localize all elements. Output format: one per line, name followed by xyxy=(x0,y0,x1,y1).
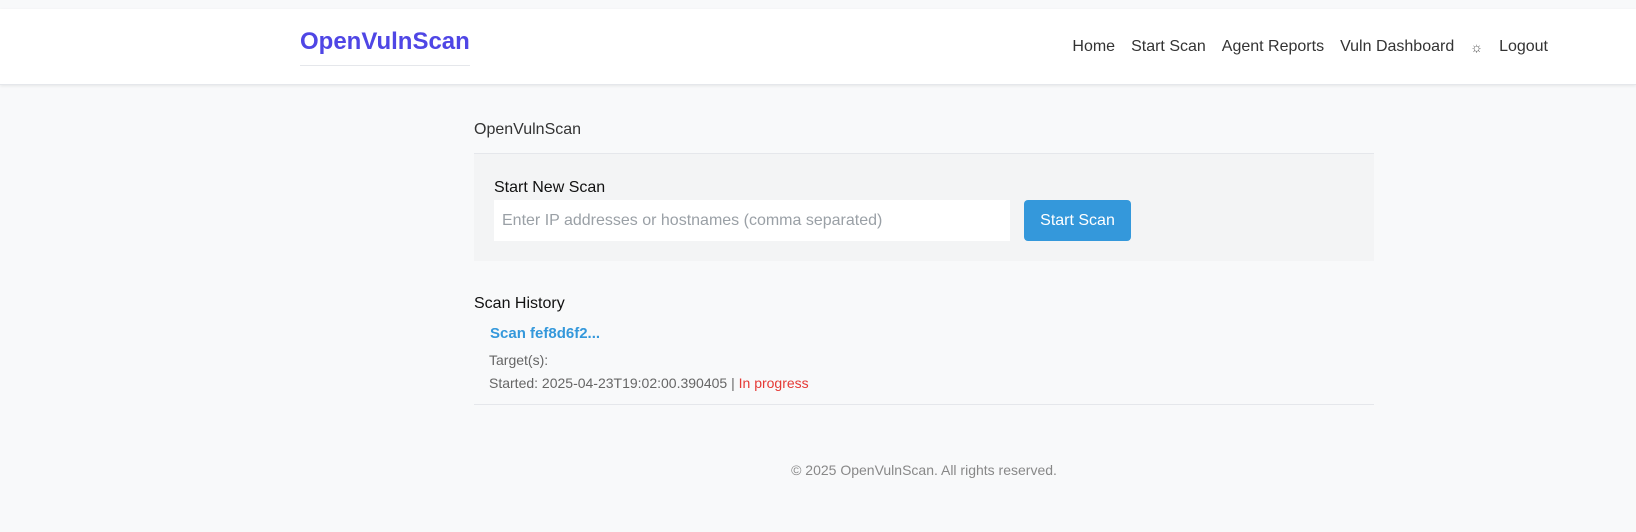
navbar: OpenVulnScan Home Start Scan Agent Repor… xyxy=(0,9,1636,85)
theme-toggle-icon[interactable]: ☼ xyxy=(1470,39,1483,55)
nav-vuln-dashboard[interactable]: Vuln Dashboard xyxy=(1340,38,1454,56)
top-strip xyxy=(0,0,1636,9)
footer: © 2025 OpenVulnScan. All rights reserved… xyxy=(791,462,1057,478)
status-badge: In progress xyxy=(738,375,809,391)
targets-label: Target(s): xyxy=(489,352,549,368)
brand-logo[interactable]: OpenVulnScan xyxy=(300,28,470,66)
page-title: OpenVulnScan xyxy=(474,121,582,138)
nav-logout[interactable]: Logout xyxy=(1499,38,1548,56)
meta-separator: | xyxy=(731,375,735,391)
nav-start-scan[interactable]: Start Scan xyxy=(1131,38,1206,56)
scan-meta: Started: 2025-04-23T19:02:00.390405 | In… xyxy=(489,375,809,391)
targets-input[interactable] xyxy=(494,200,1010,241)
new-scan-panel: Start New Scan Start Scan xyxy=(474,154,1374,261)
list-item: Scan fef8d6f2... Target(s): Started: 202… xyxy=(474,325,1374,405)
scan-history-title: Scan History xyxy=(474,295,565,312)
new-scan-title: Start New Scan xyxy=(494,179,606,196)
scan-link[interactable]: Scan fef8d6f2... xyxy=(490,325,600,342)
scan-targets: Target(s): xyxy=(489,352,548,368)
main-nav: Home Start Scan Agent Reports Vuln Dashb… xyxy=(1072,38,1548,56)
start-scan-button[interactable]: Start Scan xyxy=(1024,200,1131,241)
started-label: Started: xyxy=(489,375,539,391)
nav-home[interactable]: Home xyxy=(1072,38,1115,56)
nav-agent-reports[interactable]: Agent Reports xyxy=(1222,38,1324,56)
started-timestamp: 2025-04-23T19:02:00.390405 xyxy=(541,375,728,391)
